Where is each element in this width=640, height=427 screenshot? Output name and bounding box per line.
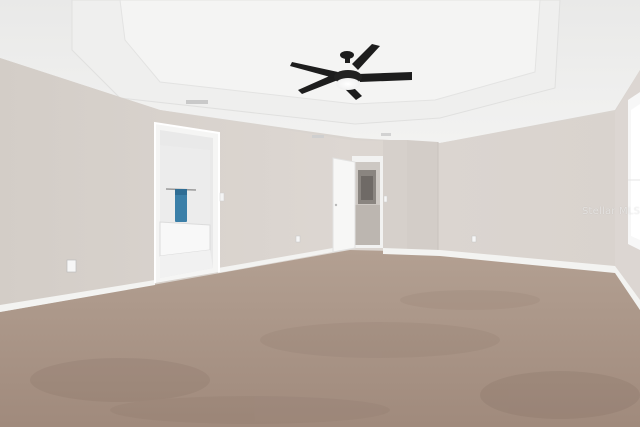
wall-column <box>407 140 438 254</box>
outlet-back <box>471 235 477 243</box>
center-doorway <box>352 156 383 248</box>
outlet-center <box>295 235 301 243</box>
window-right <box>628 92 640 250</box>
ceiling-vent-2 <box>312 135 324 138</box>
room-illustration <box>0 0 640 427</box>
outlet-left <box>66 259 77 273</box>
fan-light <box>336 78 360 90</box>
empty-bedroom-photo: Stellar MLS <box>0 0 640 427</box>
bathroom-doorway <box>154 121 220 283</box>
light-switch-2 <box>383 195 388 203</box>
watermark-text: Stellar MLS <box>582 206 640 217</box>
ceiling-vent <box>186 100 208 104</box>
light-switch <box>219 192 225 202</box>
ceiling-vent-3 <box>381 133 391 136</box>
